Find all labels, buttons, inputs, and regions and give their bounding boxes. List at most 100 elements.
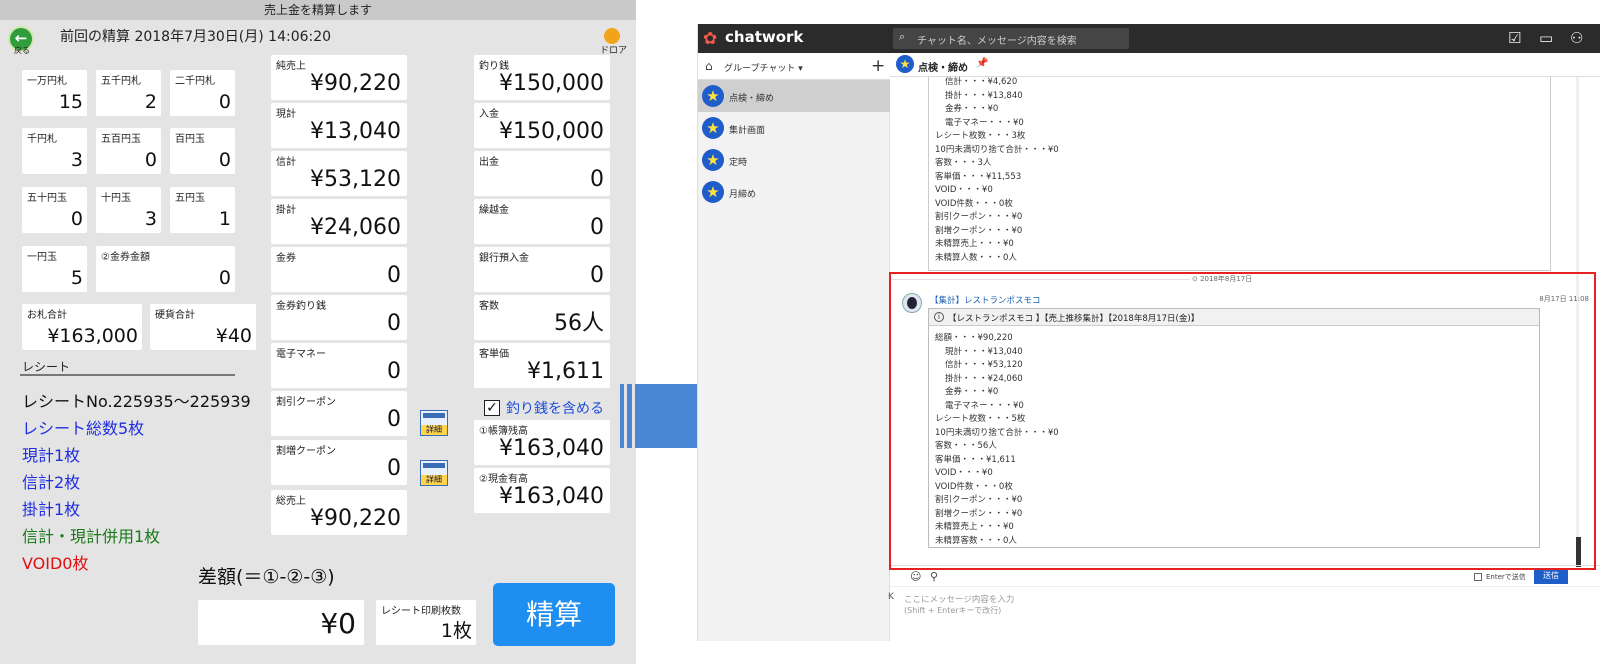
denom-500-field[interactable]: 五百円玉 0 bbox=[96, 128, 161, 174]
bank-deposit-field: 銀行預入金 0 bbox=[474, 247, 610, 292]
message-line: 割増クーポン・・・¥0 bbox=[935, 226, 1023, 236]
search-icon: ⌕ bbox=[899, 30, 906, 43]
field-value: 0 bbox=[590, 215, 604, 240]
surcharge-coupon-field: 割増クーポン 0 bbox=[271, 440, 407, 485]
room-item-summary[interactable]: ★ 集計画面 bbox=[698, 112, 890, 144]
message-line: 信計・・・¥4,620 bbox=[945, 77, 1018, 87]
group-chat-filter[interactable]: グループチャット ▾ bbox=[724, 61, 803, 74]
difference-field: ¥0 bbox=[198, 600, 364, 645]
star-icon: ★ bbox=[702, 149, 724, 171]
attach-icon[interactable]: ⚲ bbox=[930, 570, 938, 583]
denom-10-field[interactable]: 十円玉 3 bbox=[96, 187, 161, 233]
receipt-section-label: レシート bbox=[22, 360, 71, 374]
include-change-label: 釣り銭を含める bbox=[506, 401, 604, 417]
denom-1000-field[interactable]: 千円札 3 bbox=[22, 128, 87, 174]
print-count-field[interactable]: レシート印刷枚数 1枚 bbox=[376, 600, 476, 645]
home-icon[interactable]: ⌂ bbox=[705, 59, 713, 73]
room-label: 定時 bbox=[729, 158, 748, 168]
room-title: 点検・締め bbox=[918, 63, 968, 74]
message-input[interactable]: ここにメッセージ内容を入力 bbox=[904, 593, 1014, 605]
room-item-regular[interactable]: ★ 定時 bbox=[698, 144, 890, 176]
avg-spend-field: 客単価 ¥1,611 bbox=[474, 343, 610, 388]
denom-label: 千円札 bbox=[27, 134, 57, 145]
detail-icon-bar bbox=[423, 413, 445, 418]
field-label: 割引クーポン bbox=[276, 397, 336, 408]
collapse-mark[interactable]: K bbox=[888, 592, 894, 602]
bill-total-label: お札合計 bbox=[27, 310, 67, 321]
message-line: VOID・・・¥0 bbox=[935, 185, 993, 195]
highlight-frame bbox=[889, 272, 1596, 570]
field-label: 割増クーポン bbox=[276, 446, 336, 457]
denom-5000-field[interactable]: 五千円札 2 bbox=[96, 70, 161, 116]
back-label: 戻る bbox=[14, 46, 30, 55]
field-label: 金券釣り銭 bbox=[276, 301, 326, 312]
detail-icon-label: 詳細 bbox=[421, 425, 447, 435]
field-value: ¥90,220 bbox=[310, 506, 401, 531]
receipt-number-range: レシートNo.225935～225939 bbox=[22, 392, 251, 411]
denom-value: 2 bbox=[144, 91, 157, 113]
search-input[interactable]: ⌕ チャット名、メッセージ内容を検索 bbox=[893, 28, 1129, 49]
field-label: 銀行預入金 bbox=[479, 253, 529, 264]
field-label: 客数 bbox=[479, 301, 499, 312]
folder-icon[interactable]: ▭ bbox=[1539, 29, 1553, 47]
discount-detail-icon[interactable]: 詳細 bbox=[420, 410, 448, 436]
message-line: 未精算売上・・・¥0 bbox=[935, 239, 1014, 249]
field-value: ¥1,611 bbox=[527, 359, 604, 384]
field-value: 0 bbox=[387, 456, 401, 481]
receipt-cash-count: 現計1枚 bbox=[22, 446, 81, 465]
field-value: ¥53,120 bbox=[310, 167, 401, 192]
coin-total-label: 硬貨合計 bbox=[155, 310, 195, 321]
previous-settlement-label: 前回の精算 2018年7月30日(月) 14:06:20 bbox=[60, 29, 332, 45]
voucher-amount-field[interactable]: ②金券金額 0 bbox=[96, 246, 235, 292]
change-fund-field: 釣り銭 ¥150,000 bbox=[474, 55, 610, 100]
carryover-field: 繰越金 0 bbox=[474, 199, 610, 244]
field-label: 総売上 bbox=[276, 496, 306, 507]
cash-on-hand-field: ②現金有高 ¥163,040 bbox=[474, 468, 610, 513]
message-line: 掛計・・・¥13,840 bbox=[945, 91, 1023, 101]
denom-label: 百円玉 bbox=[175, 134, 205, 145]
enter-send-label: Enterで送信 bbox=[1486, 573, 1526, 581]
send-button[interactable]: 送信 bbox=[1534, 568, 1568, 584]
denom-value: 0 bbox=[218, 149, 231, 171]
denom-2000-field[interactable]: 二千円札 0 bbox=[170, 70, 235, 116]
receipt-mixed-count: 信計・現計併用1枚 bbox=[22, 527, 161, 546]
checkbox-box[interactable]: ✓ bbox=[484, 400, 500, 416]
denom-50-field[interactable]: 五十円玉 0 bbox=[22, 187, 87, 233]
field-value: ¥13,040 bbox=[310, 119, 401, 144]
emoji-icon[interactable]: ☺ bbox=[910, 570, 921, 583]
denom-10000-field[interactable]: 一万円札 15 bbox=[22, 70, 87, 116]
message-line: 未精算人数・・・0人 bbox=[935, 253, 1017, 263]
field-label: 出金 bbox=[479, 157, 499, 168]
field-value: 0 bbox=[590, 167, 604, 192]
settle-button[interactable]: 精算 bbox=[493, 583, 615, 646]
pos-settlement-window: 売上金を精算します ← 戻る 前回の精算 2018年7月30日(月) 14:06… bbox=[0, 0, 636, 664]
customer-count-field: 客数 56人 bbox=[474, 295, 610, 340]
message-line: 金券・・・¥0 bbox=[945, 104, 999, 114]
field-label: 信計 bbox=[276, 157, 296, 168]
denom-1-field[interactable]: 一円玉 5 bbox=[22, 246, 87, 292]
new-chat-button[interactable]: + bbox=[871, 56, 885, 76]
enter-send-checkbox[interactable] bbox=[1474, 573, 1482, 581]
print-count-value: 1枚 bbox=[440, 620, 472, 642]
room-header: ★ 点検・締め 📌 bbox=[890, 53, 1600, 77]
discount-coupon-field: 割引クーポン 0 bbox=[271, 391, 407, 436]
denom-100-field[interactable]: 百円玉 0 bbox=[170, 128, 235, 174]
room-item-inspection[interactable]: ★ 点検・締め bbox=[698, 80, 890, 112]
pin-icon[interactable]: 📌 bbox=[976, 58, 988, 69]
task-checkbox-icon[interactable]: ☑ bbox=[1508, 29, 1521, 47]
room-label: 点検・締め bbox=[729, 94, 775, 104]
bill-total-value: ¥163,000 bbox=[47, 325, 138, 347]
include-change-checkbox[interactable]: ✓ 釣り銭を含める bbox=[484, 398, 604, 418]
drawer-bulb-icon[interactable] bbox=[604, 28, 620, 44]
add-contact-icon[interactable]: ⚇ bbox=[1570, 29, 1583, 47]
chatwork-logo-icon: ✿ bbox=[703, 29, 718, 49]
surcharge-detail-icon[interactable]: 詳細 bbox=[420, 460, 448, 486]
room-item-monthly[interactable]: ★ 月締め bbox=[698, 176, 890, 208]
field-label: 現計 bbox=[276, 109, 296, 120]
book-balance-field: ①帳簿残高 ¥163,040 bbox=[474, 420, 610, 465]
difference-value: ¥0 bbox=[320, 607, 356, 640]
voucher-change-field: 金券釣り銭 0 bbox=[271, 295, 407, 340]
field-value: ¥24,060 bbox=[310, 215, 401, 240]
denom-label: 五千円札 bbox=[101, 76, 141, 87]
denom-5-field[interactable]: 五円玉 1 bbox=[170, 187, 235, 233]
